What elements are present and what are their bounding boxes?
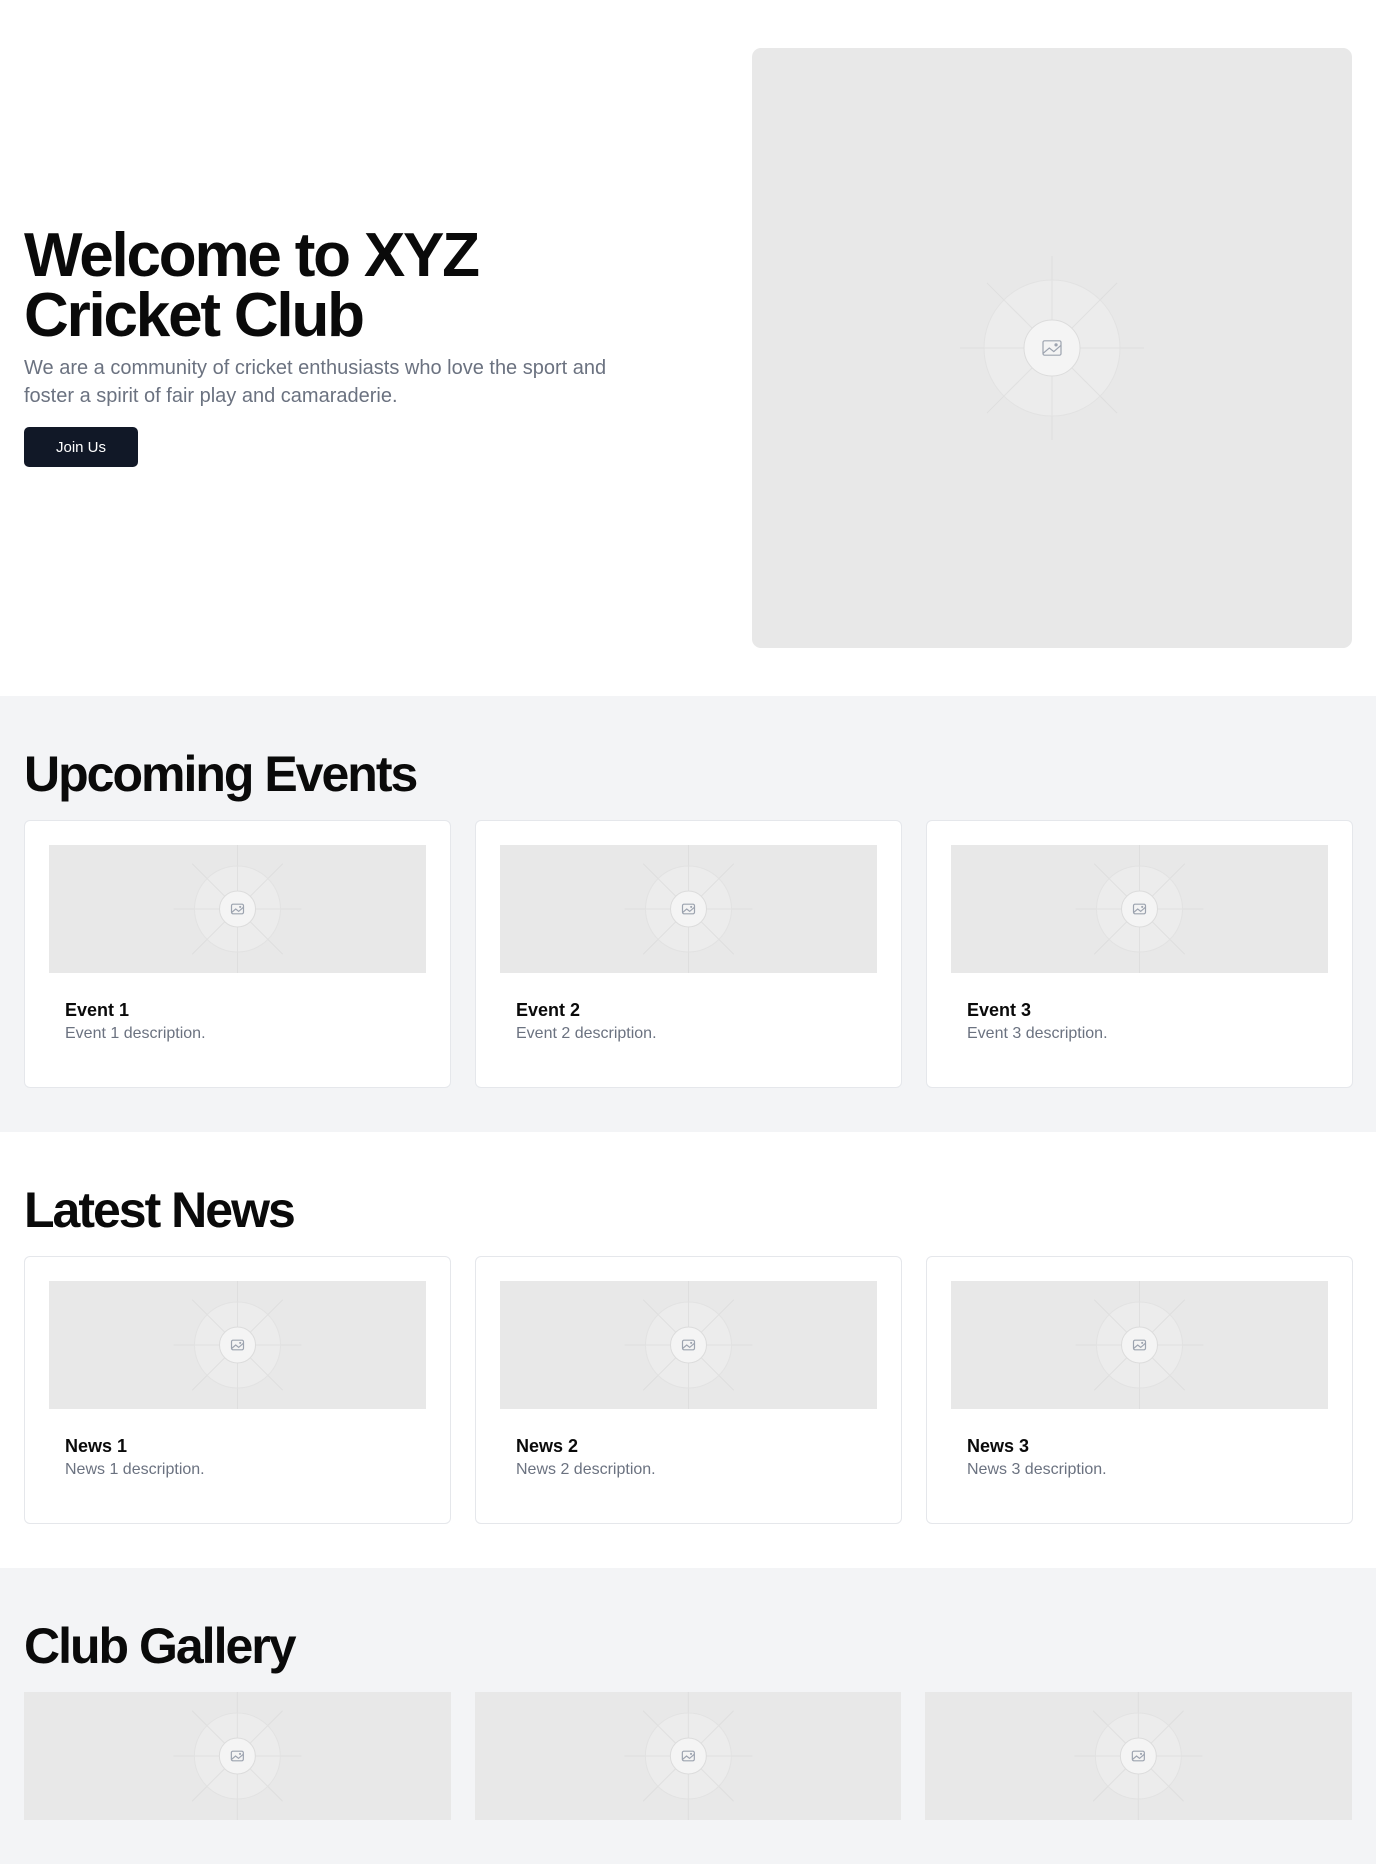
news-image (49, 1281, 426, 1409)
gallery-section: Club Gallery (0, 1568, 1376, 1864)
news-card-description: News 1 description. (65, 1461, 205, 1478)
image-placeholder-graphic (624, 1692, 752, 1820)
news-card-title: News 1 (65, 1436, 128, 1456)
event-card[interactable]: Event 2 Event 2 description. (475, 820, 902, 1088)
event-title: Event 1 (65, 1000, 130, 1020)
event-description: Event 1 description. (65, 1025, 206, 1042)
news-card-title: News 3 (967, 1436, 1030, 1456)
event-title: Event 3 (967, 1000, 1032, 1020)
event-card[interactable]: Event 1 Event 1 description. (24, 820, 451, 1088)
gallery-image[interactable] (925, 1692, 1353, 1820)
news-card[interactable]: News 3 News 3 description. (926, 1256, 1353, 1524)
hero-subtitle: We are a community of cricket enthusiast… (24, 357, 607, 407)
events-section: Upcoming Events Event 1 Event 1 descript… (0, 696, 1376, 1132)
event-card[interactable]: Event 3 Event 3 description. (926, 820, 1353, 1088)
events-cards: Event 1 Event 1 description. Event 2 Eve… (24, 820, 1353, 1088)
news-section: Latest News News 1 News 1 description. N… (0, 1132, 1376, 1568)
news-card-description: News 3 description. (967, 1461, 1107, 1478)
join-us-button[interactable]: Join Us (24, 427, 138, 467)
news-card[interactable]: News 2 News 2 description. (475, 1256, 902, 1524)
image-placeholder-graphic (1075, 1281, 1204, 1409)
gallery-image[interactable] (24, 1692, 451, 1820)
image-placeholder-graphic (624, 845, 753, 973)
gallery-grid (24, 1692, 1353, 1820)
image-placeholder-graphic (1074, 1692, 1203, 1820)
events-title: Upcoming Events (24, 746, 418, 802)
image-placeholder-graphic (173, 845, 302, 973)
hero-title: Welcome to XYZ Cricket Club (24, 221, 480, 350)
image-placeholder-graphic (960, 256, 1144, 440)
news-title: Latest News (24, 1182, 296, 1238)
event-title: Event 2 (516, 1000, 581, 1020)
image-placeholder-graphic (173, 1692, 302, 1820)
news-image (500, 1281, 877, 1409)
hero-section: Welcome to XYZ Cricket Club We are a com… (0, 0, 1376, 696)
event-description: Event 2 description. (516, 1025, 657, 1042)
event-image (49, 845, 426, 973)
event-image (951, 845, 1328, 973)
hero-text: Welcome to XYZ Cricket Club We are a com… (24, 221, 684, 467)
news-cards: News 1 News 1 description. News 2 News 2… (24, 1256, 1353, 1524)
news-image (951, 1281, 1328, 1409)
event-description: Event 3 description. (967, 1025, 1108, 1042)
hero-image (752, 48, 1352, 648)
image-placeholder-graphic (624, 1281, 753, 1409)
news-card[interactable]: News 1 News 1 description. (24, 1256, 451, 1524)
news-card-title: News 2 (516, 1436, 579, 1456)
event-image (500, 845, 877, 973)
gallery-image[interactable] (474, 1692, 902, 1820)
gallery-title: Club Gallery (24, 1618, 297, 1674)
news-card-description: News 2 description. (516, 1461, 656, 1478)
image-placeholder-graphic (173, 1281, 302, 1409)
image-placeholder-graphic (1075, 845, 1204, 973)
